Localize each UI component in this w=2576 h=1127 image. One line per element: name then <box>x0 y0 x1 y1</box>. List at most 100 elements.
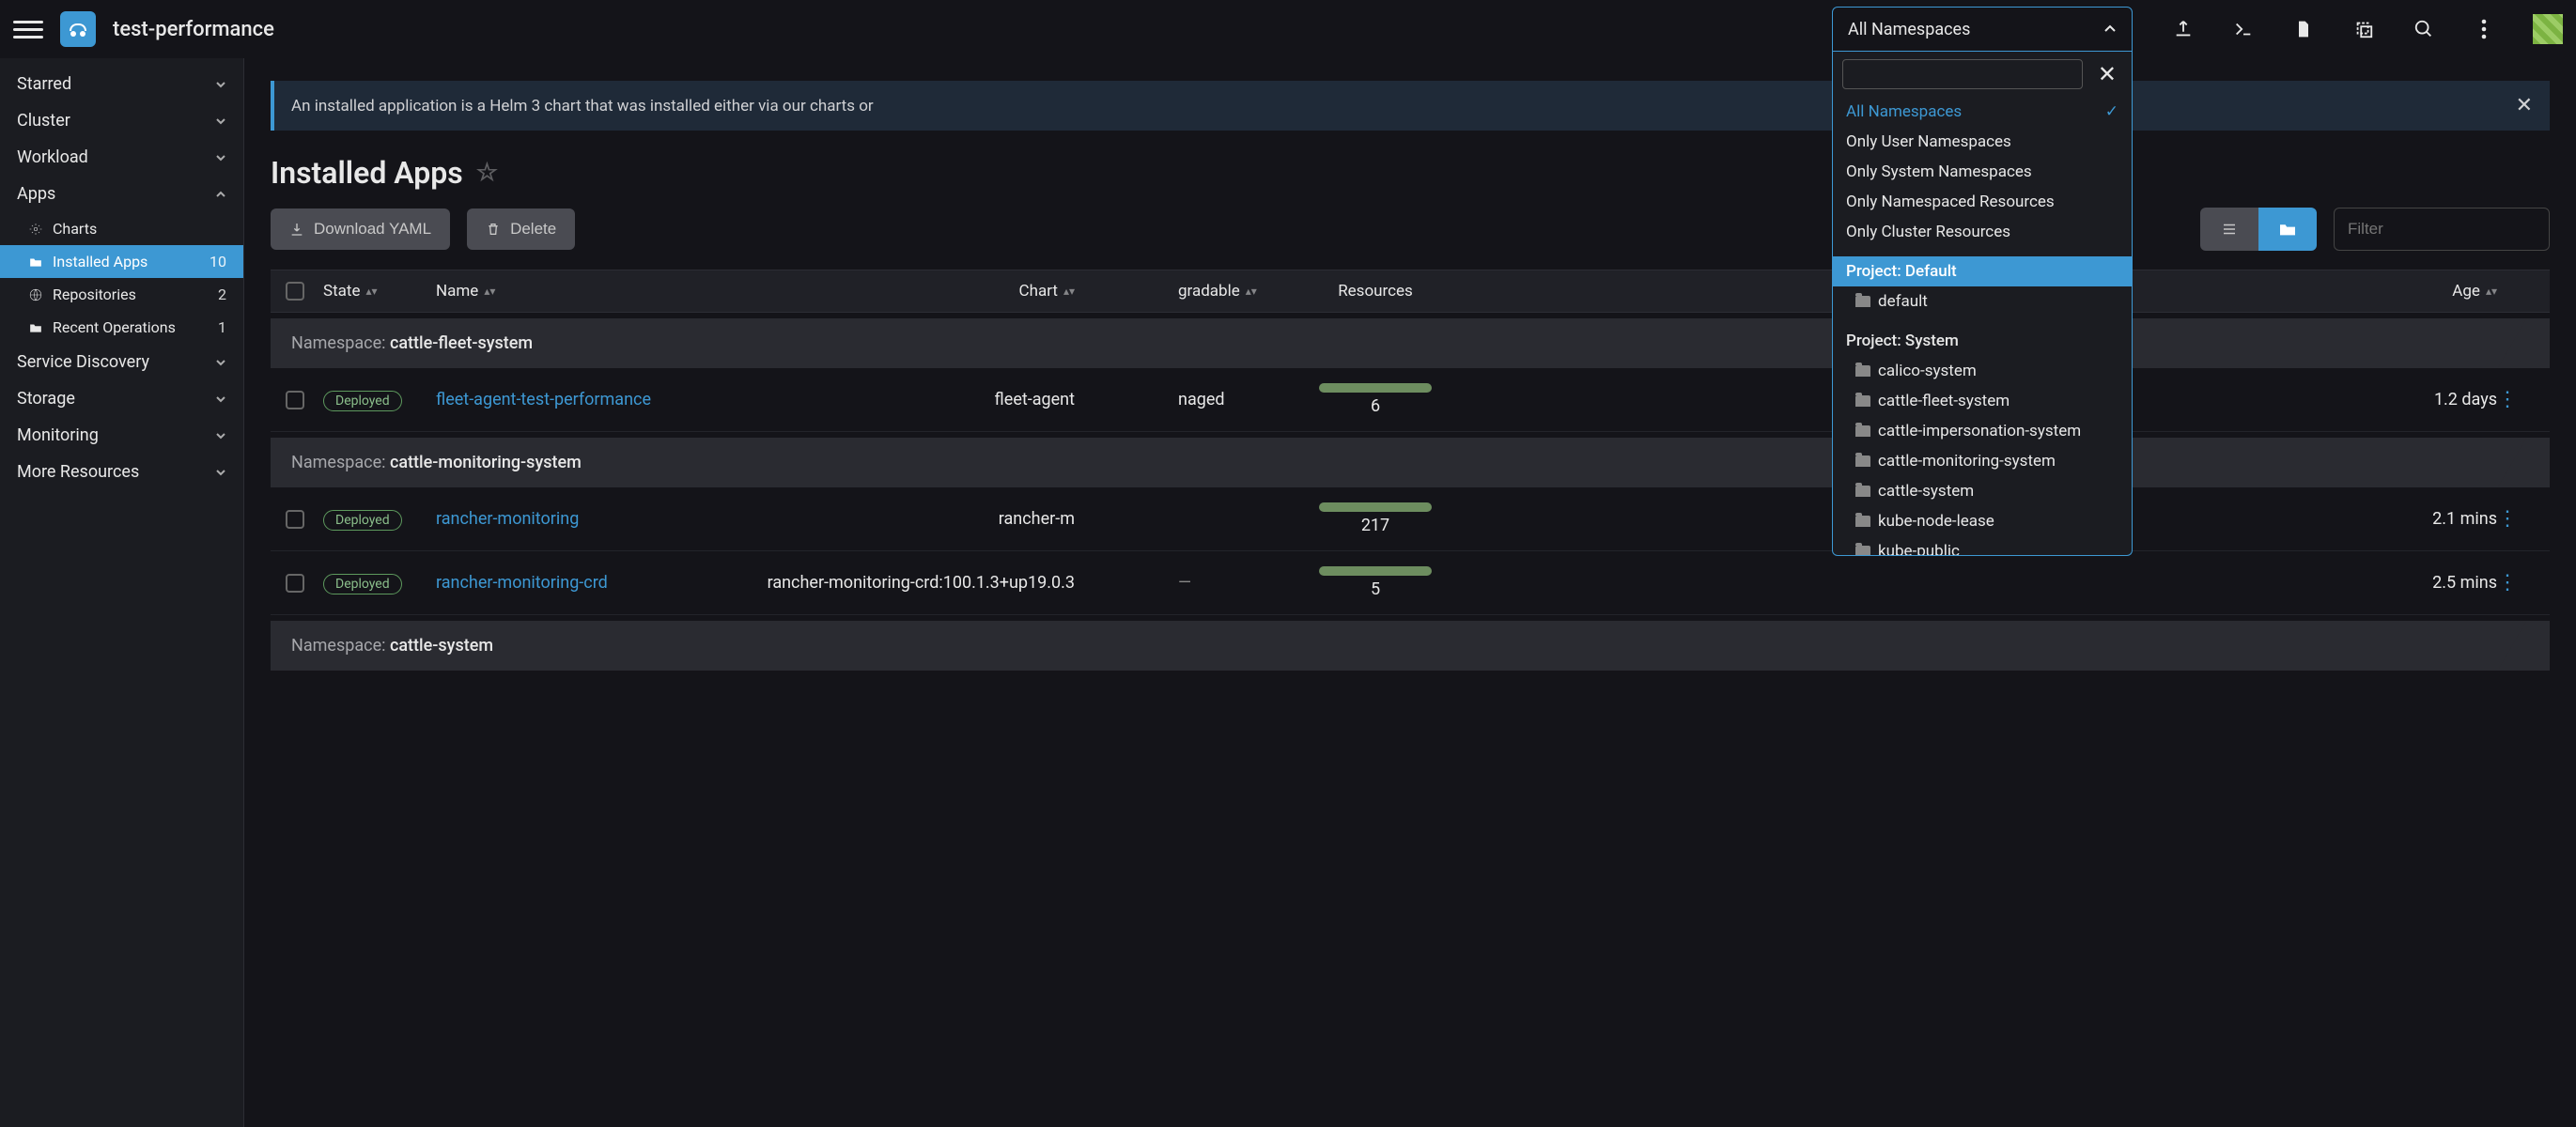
namespace-dropdown-trigger[interactable]: All Namespaces <box>1832 7 2133 52</box>
sort-icon: ▴▾ <box>1246 288 1257 295</box>
row-checkbox[interactable] <box>286 391 304 409</box>
folder-icon <box>1855 486 1870 497</box>
namespace-item[interactable]: calico-system <box>1833 356 2132 386</box>
sort-icon: ▴▾ <box>1063 288 1075 295</box>
download-yaml-button[interactable]: Download YAML <box>271 208 450 250</box>
sidebar-group-more-resources[interactable]: More Resources <box>0 454 243 490</box>
view-grouped-button[interactable] <box>2258 208 2317 251</box>
toolbar: Download YAML Delete <box>271 208 2550 251</box>
user-avatar[interactable] <box>2533 14 2563 44</box>
sidebar-group-storage[interactable]: Storage <box>0 380 243 417</box>
namespace-option[interactable]: Only System Namespaces <box>1833 157 2132 187</box>
namespace-item[interactable]: kube-node-lease <box>1833 506 2132 536</box>
search-icon[interactable] <box>2413 18 2435 40</box>
col-chart[interactable]: Chart ▴▾ <box>765 282 1075 301</box>
menu-toggle-icon[interactable] <box>13 21 43 39</box>
gear-icon <box>28 222 43 237</box>
apps-table: State ▴▾ Name ▴▾ Chart ▴▾ gradable ▴▾ <box>271 270 2550 671</box>
page-title: Installed Apps <box>271 155 463 191</box>
view-list-button[interactable] <box>2200 208 2258 251</box>
col-age[interactable]: Age ▴▾ <box>2384 282 2497 301</box>
row-actions-icon[interactable]: ⋮ <box>2497 388 2518 411</box>
sidebar-item-charts[interactable]: Charts <box>0 212 243 245</box>
namespace-option[interactable]: Only User Namespaces <box>1833 127 2132 157</box>
sidebar-item-repositories[interactable]: Repositories2 <box>0 278 243 311</box>
namespace-item[interactable]: cattle-system <box>1833 476 2132 506</box>
main-content: An installed application is a Helm 3 cha… <box>244 58 2576 1127</box>
sidebar-item-recent-operations[interactable]: Recent Operations1 <box>0 311 243 344</box>
namespace-group-header: Namespace: cattle-fleet-system <box>271 318 2550 368</box>
cluster-name[interactable]: test-performance <box>113 18 274 41</box>
download-kubeconfig-icon[interactable] <box>2292 18 2315 40</box>
chevron-down-icon <box>215 467 226 478</box>
kebab-menu-icon[interactable] <box>2473 18 2495 40</box>
kubectl-shell-icon[interactable] <box>2232 18 2255 40</box>
copy-icon[interactable] <box>2352 18 2375 40</box>
namespace-search-input[interactable] <box>1842 59 2083 89</box>
check-icon: ✓ <box>2105 102 2118 121</box>
filter-input[interactable] <box>2334 208 2550 251</box>
namespace-item[interactable]: cattle-monitoring-system <box>1833 446 2132 476</box>
topbar: test-performance All Namespaces ✕ All Na… <box>0 0 2576 58</box>
namespace-option[interactable]: Only Cluster Resources <box>1833 217 2132 247</box>
select-all-checkbox[interactable] <box>286 282 304 301</box>
folder-icon <box>28 320 43 335</box>
table-header: State ▴▾ Name ▴▾ Chart ▴▾ gradable ▴▾ <box>271 270 2550 313</box>
import-yaml-icon[interactable] <box>2172 18 2195 40</box>
state-badge: Deployed <box>323 510 402 531</box>
folder-icon <box>28 255 43 270</box>
row-actions-icon[interactable]: ⋮ <box>2497 571 2518 594</box>
folder-icon <box>1855 546 1870 555</box>
sidebar-item-installed-apps[interactable]: Installed Apps10 <box>0 245 243 278</box>
folder-icon <box>1855 455 1870 467</box>
app-name-link[interactable]: rancher-monitoring <box>436 509 579 529</box>
row-checkbox[interactable] <box>286 574 304 593</box>
chevron-down-icon <box>215 430 226 441</box>
rancher-logo-icon[interactable] <box>60 11 96 47</box>
folder-icon <box>1855 296 1870 307</box>
chevron-down-icon <box>215 79 226 90</box>
folder-icon <box>1855 365 1870 377</box>
sidebar-group-workload[interactable]: Workload <box>0 139 243 176</box>
chart-cell: fleet-agent <box>765 390 1075 409</box>
namespace-project-header[interactable]: Project: Default <box>1833 256 2132 286</box>
namespace-dropdown: All Namespaces ✕ All Namespaces✓Only Use… <box>1832 7 2133 52</box>
sidebar-group-monitoring[interactable]: Monitoring <box>0 417 243 454</box>
namespace-option[interactable]: Only Namespaced Resources <box>1833 187 2132 217</box>
col-upgradable[interactable]: gradable ▴▾ <box>1178 282 1310 301</box>
namespace-item[interactable]: default <box>1833 286 2132 316</box>
row-checkbox[interactable] <box>286 510 304 529</box>
sidebar-group-apps[interactable]: Apps <box>0 176 243 212</box>
sidebar-group-starred[interactable]: Starred <box>0 66 243 102</box>
sidebar-group-cluster[interactable]: Cluster <box>0 102 243 139</box>
age-cell: 1.2 days <box>2384 390 2497 409</box>
globe-icon <box>28 287 43 302</box>
col-name[interactable]: Name ▴▾ <box>436 282 765 301</box>
download-yaml-label: Download YAML <box>314 220 431 239</box>
row-actions-icon[interactable]: ⋮ <box>2497 507 2518 531</box>
namespace-item[interactable]: cattle-impersonation-system <box>1833 416 2132 446</box>
namespace-item[interactable]: kube-public <box>1833 536 2132 555</box>
namespace-project-header[interactable]: Project: System <box>1833 326 2132 356</box>
sort-icon: ▴▾ <box>365 288 377 295</box>
sort-icon: ▴▾ <box>484 288 495 295</box>
namespace-item[interactable]: cattle-fleet-system <box>1833 386 2132 416</box>
namespace-search-clear-icon[interactable]: ✕ <box>2092 61 2122 87</box>
col-state[interactable]: State ▴▾ <box>323 282 436 301</box>
resources-cell: 217 <box>1310 502 1441 535</box>
banner-close-icon[interactable]: ✕ <box>2516 94 2533 117</box>
sidebar-group-service-discovery[interactable]: Service Discovery <box>0 344 243 380</box>
chart-cell: rancher-m <box>765 509 1075 529</box>
col-resources[interactable]: Resources <box>1310 282 1441 301</box>
chart-cell: rancher-monitoring-crd:100.1.3+up19.0.3 <box>765 573 1075 593</box>
app-name-link[interactable]: fleet-agent-test-performance <box>436 390 651 409</box>
upgradable-cell: — <box>1178 573 1310 593</box>
age-cell: 2.1 mins <box>2384 509 2497 529</box>
namespace-dropdown-panel: ✕ All Namespaces✓Only User NamespacesOnl… <box>1832 52 2133 556</box>
delete-button[interactable]: Delete <box>467 208 575 250</box>
favorite-star-icon[interactable]: ☆ <box>476 159 498 187</box>
folder-icon <box>1855 516 1870 527</box>
folder-icon <box>1855 425 1870 437</box>
namespace-option[interactable]: All Namespaces✓ <box>1833 97 2132 127</box>
app-name-link[interactable]: rancher-monitoring-crd <box>436 573 608 593</box>
